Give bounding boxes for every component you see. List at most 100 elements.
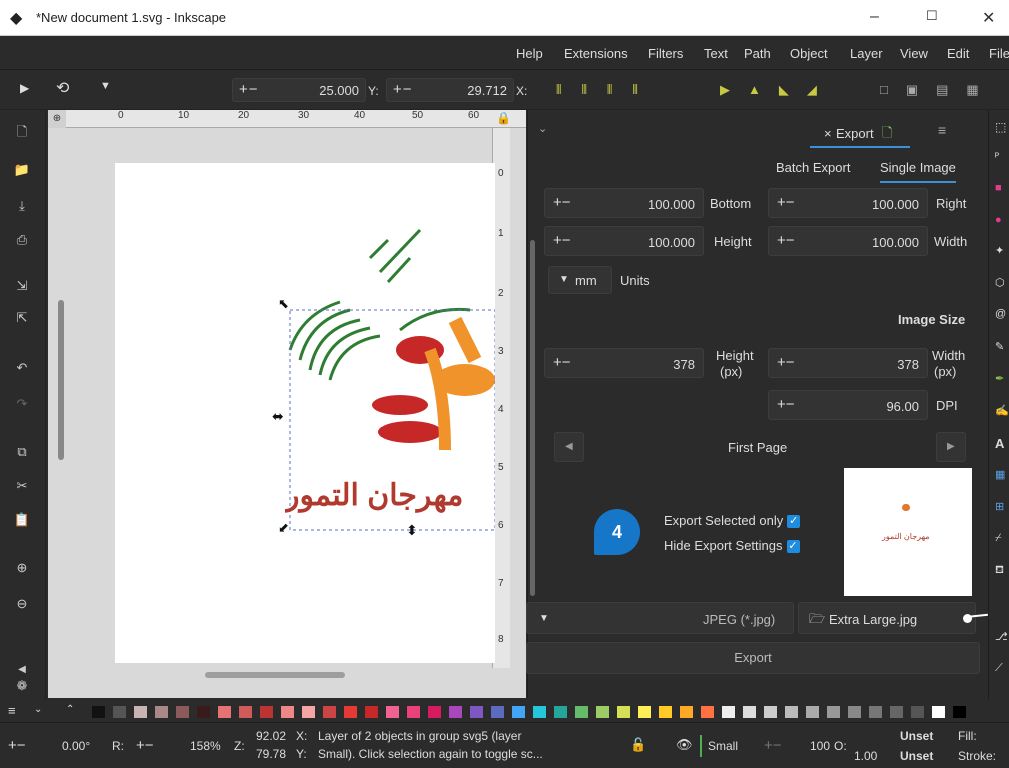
color-swatch[interactable] bbox=[344, 706, 357, 718]
maximize-button[interactable]: ☐ bbox=[926, 8, 938, 24]
new-document-icon[interactable]: 🗋 bbox=[12, 122, 32, 142]
print-icon[interactable]: ⎙ bbox=[12, 230, 32, 250]
color-swatch[interactable] bbox=[638, 706, 651, 718]
tab-export[interactable]: × Export 🗋 bbox=[810, 118, 910, 148]
color-swatch[interactable] bbox=[491, 706, 504, 718]
rotate-icon[interactable]: ⟲ bbox=[56, 78, 69, 98]
selector-tool-icon[interactable]: ⬚ bbox=[995, 120, 1006, 134]
color-swatch[interactable] bbox=[323, 706, 336, 718]
menu-extensions[interactable]: Extensions bbox=[564, 46, 628, 61]
opacity-spin-pm[interactable]: +− bbox=[764, 737, 782, 754]
prev-page-button[interactable]: ◀ bbox=[554, 432, 584, 462]
menu-object[interactable]: Object bbox=[790, 46, 828, 61]
menu-help[interactable]: Help bbox=[516, 46, 543, 61]
gradient-tool-icon[interactable]: ▦ bbox=[995, 468, 1005, 481]
color-swatch[interactable] bbox=[848, 706, 861, 718]
palette-chevron-up-icon[interactable]: ⌃ bbox=[66, 704, 74, 715]
paint-bucket-tool-icon[interactable]: ⛾ bbox=[995, 564, 1004, 578]
mesh-tool-icon[interactable]: ⊞ bbox=[995, 500, 1004, 513]
redo-icon[interactable]: ↷ bbox=[12, 394, 32, 414]
color-swatch[interactable] bbox=[449, 706, 462, 718]
color-swatch[interactable] bbox=[512, 706, 525, 718]
palette-menu-icon[interactable]: ≡ bbox=[8, 703, 16, 718]
color-swatch[interactable] bbox=[197, 706, 210, 718]
layer-lock-icon[interactable]: 🔓 bbox=[630, 737, 646, 753]
color-swatch[interactable] bbox=[113, 706, 126, 718]
zoom-out-icon[interactable]: ⊖ bbox=[12, 594, 32, 614]
pencil-tool-icon[interactable]: ✎ bbox=[995, 340, 1004, 353]
import-icon[interactable]: ⇲ bbox=[12, 276, 32, 296]
scale-handle-topleft[interactable]: ⬉ bbox=[278, 296, 289, 312]
rotation-value[interactable]: 0.00° bbox=[62, 739, 90, 753]
transform-icons[interactable]: □▣▤▦ bbox=[880, 82, 997, 98]
panel-collapse-chevron-icon[interactable]: ⌄ bbox=[538, 122, 547, 135]
layer-dropdown[interactable]: Small bbox=[708, 739, 738, 753]
measure-tool-icon[interactable]: ⟋ bbox=[995, 662, 1003, 675]
color-swatch[interactable] bbox=[176, 706, 189, 718]
top-spinbox[interactable]: +− 100.000 bbox=[544, 226, 704, 256]
scale-handle-bottomleft[interactable]: ⬋ bbox=[278, 520, 289, 536]
lock-guides-icon[interactable]: 🔒 bbox=[496, 111, 511, 125]
right-spinbox[interactable]: +− 100.000 bbox=[768, 188, 928, 218]
calligraphy-tool-icon[interactable]: ✍ bbox=[995, 404, 1009, 417]
color-swatch[interactable] bbox=[785, 706, 798, 718]
menu-layer[interactable]: Layer bbox=[850, 46, 883, 61]
tab-close-icon[interactable]: × bbox=[824, 126, 832, 141]
color-swatch[interactable] bbox=[155, 706, 168, 718]
close-button[interactable]: ✕ bbox=[982, 8, 995, 28]
menu-path[interactable]: Path bbox=[744, 46, 771, 61]
hide-export-settings-checkbox[interactable]: Hide Export Settings ✓ bbox=[664, 538, 800, 554]
x-spinbox[interactable]: +− 25.000 bbox=[232, 78, 366, 102]
palette-chevron-down-icon[interactable]: ⌄ bbox=[34, 704, 42, 715]
dpi-spinbox[interactable]: +− 96.00 bbox=[768, 390, 928, 420]
width-px-spinbox[interactable]: +− 378 bbox=[768, 348, 928, 378]
zoom-in-icon[interactable]: ⊕ bbox=[12, 558, 32, 578]
color-swatch[interactable] bbox=[827, 706, 840, 718]
width-spinbox[interactable]: +− 100.000 bbox=[768, 226, 928, 256]
pen-tool-icon[interactable]: ✒ bbox=[995, 372, 1004, 385]
color-swatch[interactable] bbox=[281, 706, 294, 718]
scale-handle-left[interactable]: ⬌ bbox=[272, 408, 284, 425]
color-swatch[interactable] bbox=[617, 706, 630, 718]
color-swatch[interactable] bbox=[428, 706, 441, 718]
color-swatch[interactable] bbox=[239, 706, 252, 718]
rotate-spin-pm[interactable]: +− bbox=[8, 737, 26, 754]
color-swatch[interactable] bbox=[470, 706, 483, 718]
format-dropdown[interactable]: ▼ JPEG (*.jpg) bbox=[526, 602, 794, 634]
color-swatch[interactable] bbox=[386, 706, 399, 718]
next-page-button[interactable]: ▶ bbox=[936, 432, 966, 462]
export-selected-only-checkbox[interactable]: Export Selected only ✓ bbox=[664, 513, 801, 529]
save-icon[interactable]: ⤓ bbox=[12, 196, 32, 216]
copy-icon[interactable]: ⧉ bbox=[12, 442, 32, 462]
y-spinbox[interactable]: +− 29.712 bbox=[386, 78, 514, 102]
color-swatch[interactable] bbox=[806, 706, 819, 718]
color-swatch[interactable] bbox=[575, 706, 588, 718]
height-px-spinbox[interactable]: +− 378 bbox=[544, 348, 704, 378]
color-swatch[interactable] bbox=[92, 706, 105, 718]
dropper-tool-icon[interactable]: ⌿ bbox=[995, 532, 1002, 545]
spiral-tool-icon[interactable]: @ bbox=[995, 308, 1006, 320]
open-icon[interactable]: 📁 bbox=[12, 160, 32, 180]
checkmark-icon[interactable]: ✓ bbox=[786, 540, 800, 554]
arabic-title-text[interactable]: مهرجان التمور bbox=[285, 478, 495, 522]
color-swatch[interactable] bbox=[680, 706, 693, 718]
color-swatch[interactable] bbox=[533, 706, 546, 718]
color-swatch[interactable] bbox=[659, 706, 672, 718]
menu-file[interactable]: File bbox=[989, 46, 1009, 61]
color-swatch[interactable] bbox=[869, 706, 882, 718]
menu-text[interactable]: Text bbox=[704, 46, 728, 61]
color-swatch[interactable] bbox=[365, 706, 378, 718]
stroke-indicator[interactable]: Unset bbox=[900, 749, 933, 763]
color-swatch[interactable] bbox=[764, 706, 777, 718]
play-icon[interactable]: ▶ bbox=[20, 81, 29, 95]
color-swatch[interactable] bbox=[302, 706, 315, 718]
units-dropdown[interactable]: ▼ mm bbox=[548, 266, 612, 294]
align-icons[interactable]: ⫴⫴⫴⫴ bbox=[556, 82, 658, 98]
color-swatch[interactable] bbox=[890, 706, 903, 718]
export-button[interactable]: Export bbox=[526, 642, 980, 674]
checkmark-icon[interactable]: ✓ bbox=[787, 515, 801, 529]
color-wheel-icon[interactable]: ❁ bbox=[12, 676, 32, 696]
color-swatch[interactable] bbox=[218, 706, 231, 718]
color-swatch[interactable] bbox=[722, 706, 735, 718]
color-swatch[interactable] bbox=[407, 706, 420, 718]
